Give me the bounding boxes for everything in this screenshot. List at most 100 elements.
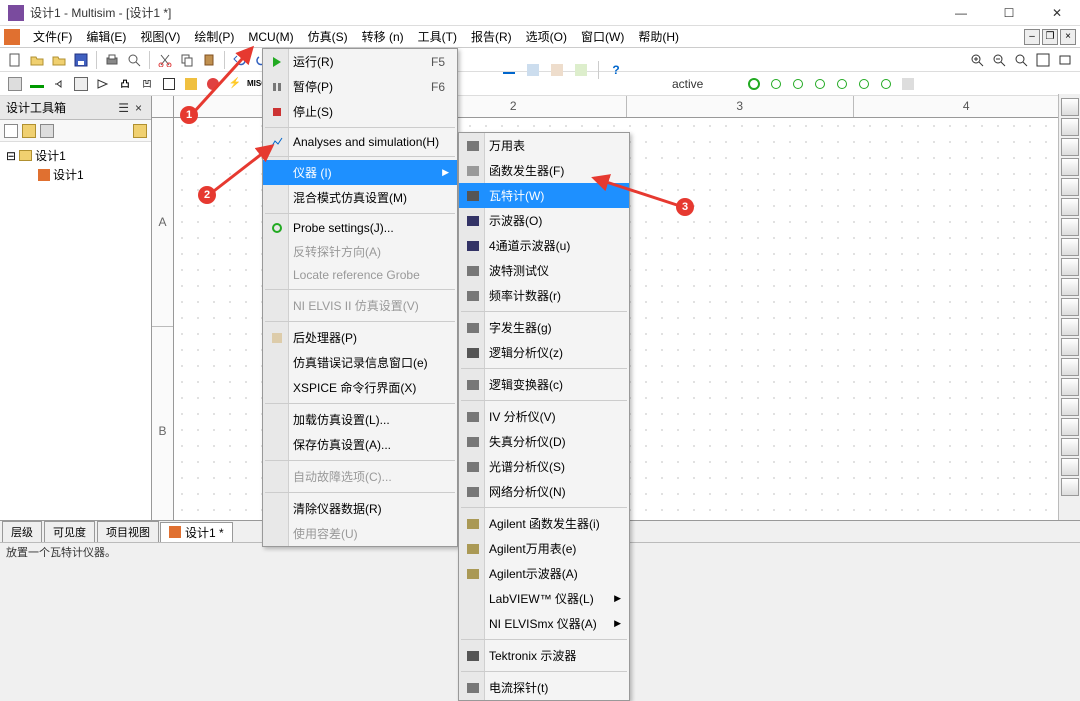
menu-options[interactable]: 选项(O) [519, 26, 574, 47]
instr-freqcounter[interactable] [1061, 218, 1079, 236]
tree-root[interactable]: ⊟ 设计1 [4, 146, 147, 165]
paste-button[interactable] [199, 50, 219, 70]
menu-window[interactable]: 窗口(W) [574, 26, 631, 47]
instr-item-multimeter[interactable]: 万用表 [459, 133, 629, 158]
maximize-button[interactable]: ☐ [994, 6, 1024, 20]
probe-settings[interactable] [898, 74, 918, 94]
save-button[interactable] [71, 50, 91, 70]
close-button[interactable]: ✕ [1042, 6, 1072, 20]
menu-run[interactable]: 运行(R)F5 [263, 49, 457, 74]
bus-icon[interactable] [499, 60, 519, 80]
tab-projectview[interactable]: 项目视图 [97, 521, 159, 543]
instr-agilent-osc[interactable] [1061, 418, 1079, 436]
comp-transistor[interactable] [71, 74, 91, 94]
menu-errorlog[interactable]: 仿真错误记录信息窗口(e) [263, 350, 457, 375]
instr-item-distortion[interactable]: 失真分析仪(D) [459, 429, 629, 454]
menu-probe-settings[interactable]: Probe settings(J)... [263, 217, 457, 239]
instr-agilent-fg[interactable] [1061, 378, 1079, 396]
cut-button[interactable] [155, 50, 175, 70]
menu-clear-instruments[interactable]: 清除仪器数据(R) [263, 496, 457, 521]
print-button[interactable] [102, 50, 122, 70]
comp-cmos[interactable]: 凹 [137, 74, 157, 94]
instr-multimeter[interactable] [1061, 98, 1079, 116]
instr-labview[interactable] [1061, 438, 1079, 456]
instr-item-wattmeter[interactable]: 瓦特计(W) [459, 183, 629, 208]
menu-help[interactable]: 帮助(H) [631, 26, 686, 47]
instr-item-oscilloscope[interactable]: 示波器(O) [459, 208, 629, 233]
misc-icon1[interactable] [523, 60, 543, 80]
menu-reports[interactable]: 报告(R) [464, 26, 519, 47]
tab-visibility[interactable]: 可见度 [44, 521, 95, 543]
menu-pause[interactable]: 暂停(P)F6 [263, 74, 457, 99]
instr-currentprobe[interactable] [1061, 478, 1079, 496]
instr-network[interactable] [1061, 358, 1079, 376]
misc-icon2[interactable] [547, 60, 567, 80]
menu-view[interactable]: 视图(V) [133, 26, 187, 47]
copy-button[interactable] [177, 50, 197, 70]
zoom-in-button[interactable] [967, 50, 987, 70]
comp-mixed[interactable] [181, 74, 201, 94]
instr-item-labview[interactable]: LabVIEW™ 仪器(L)▶ [459, 586, 629, 611]
probe3[interactable] [810, 74, 830, 94]
probe2[interactable] [788, 74, 808, 94]
new-button[interactable] [5, 50, 25, 70]
instr-item-logicanalyzer[interactable]: 逻辑分析仪(z) [459, 340, 629, 365]
instr-item-agilent-osc[interactable]: Agilent示波器(A) [459, 561, 629, 586]
instr-wordgen[interactable] [1061, 238, 1079, 256]
instr-item-logicconv[interactable]: 逻辑变换器(c) [459, 372, 629, 397]
menu-transfer[interactable]: 转移 (n) [355, 26, 411, 47]
comp-basic[interactable] [27, 74, 47, 94]
instr-iv[interactable] [1061, 298, 1079, 316]
tab-hierarchy[interactable]: 层级 [2, 521, 42, 543]
probe6[interactable] [876, 74, 896, 94]
minimize-button[interactable]: — [946, 6, 976, 20]
sheet-tab[interactable]: 设计1 * [160, 522, 233, 542]
instr-tektronix[interactable] [1061, 458, 1079, 476]
panel-close-icon[interactable]: × [132, 101, 145, 115]
instr-funcgen[interactable] [1061, 118, 1079, 136]
menu-mixed-mode[interactable]: 混合模式仿真设置(M) [263, 185, 457, 210]
instr-item-wordgen[interactable]: 字发生器(g) [459, 315, 629, 340]
instr-item-agilent-fg[interactable]: Agilent 函数发生器(i) [459, 511, 629, 536]
probe-tool[interactable] [744, 74, 764, 94]
panel-tb-save[interactable] [40, 124, 54, 138]
misc-icon3[interactable] [571, 60, 591, 80]
tree-child[interactable]: 设计1 [4, 165, 147, 184]
menu-instruments[interactable]: 仪器 (I)▶ [263, 160, 457, 185]
menu-save-sim[interactable]: 保存仿真设置(A)... [263, 432, 457, 457]
instr-item-network[interactable]: 网络分析仪(N) [459, 479, 629, 504]
instr-item-funcgen[interactable]: 函数发生器(F) [459, 158, 629, 183]
mdi-minimize-button[interactable]: – [1024, 29, 1040, 45]
menu-postprocessor[interactable]: 后处理器(P) [263, 325, 457, 350]
instr-logicconv[interactable] [1061, 278, 1079, 296]
instr-agilent-mm[interactable] [1061, 398, 1079, 416]
panel-pin-icon[interactable]: ☰ [115, 101, 132, 115]
open2-button[interactable] [49, 50, 69, 70]
comp-source[interactable] [5, 74, 25, 94]
comp-power[interactable]: ⚡ [225, 74, 245, 94]
instr-item-tektronix[interactable]: Tektronix 示波器 [459, 643, 629, 668]
menu-stop[interactable]: 停止(S) [263, 99, 457, 124]
instr-item-4channel[interactable]: 4通道示波器(u) [459, 233, 629, 258]
undo-button[interactable] [230, 50, 250, 70]
mdi-restore-button[interactable]: ❐ [1042, 29, 1058, 45]
instr-bode[interactable] [1061, 198, 1079, 216]
menu-file[interactable]: 文件(F) [26, 26, 79, 47]
menu-load-sim[interactable]: 加载仿真设置(L)... [263, 407, 457, 432]
comp-analog[interactable] [93, 74, 113, 94]
instr-scope[interactable] [1061, 158, 1079, 176]
zoom-fit-button[interactable] [1033, 50, 1053, 70]
probe1[interactable] [766, 74, 786, 94]
menu-mcu[interactable]: MCU(M) [241, 28, 300, 46]
instr-distortion[interactable] [1061, 318, 1079, 336]
mdi-close-button[interactable]: × [1060, 29, 1076, 45]
menu-analyses[interactable]: Analyses and simulation(H) [263, 131, 457, 153]
instr-item-bode[interactable]: 波特测试仪 [459, 258, 629, 283]
panel-tb-refresh[interactable] [133, 124, 147, 138]
instr-item-iv[interactable]: IV 分析仪(V) [459, 404, 629, 429]
instr-wattmeter[interactable] [1061, 138, 1079, 156]
instr-spectrum[interactable] [1061, 338, 1079, 356]
open-button[interactable] [27, 50, 47, 70]
comp-misc-digital[interactable] [159, 74, 179, 94]
preview-button[interactable] [124, 50, 144, 70]
